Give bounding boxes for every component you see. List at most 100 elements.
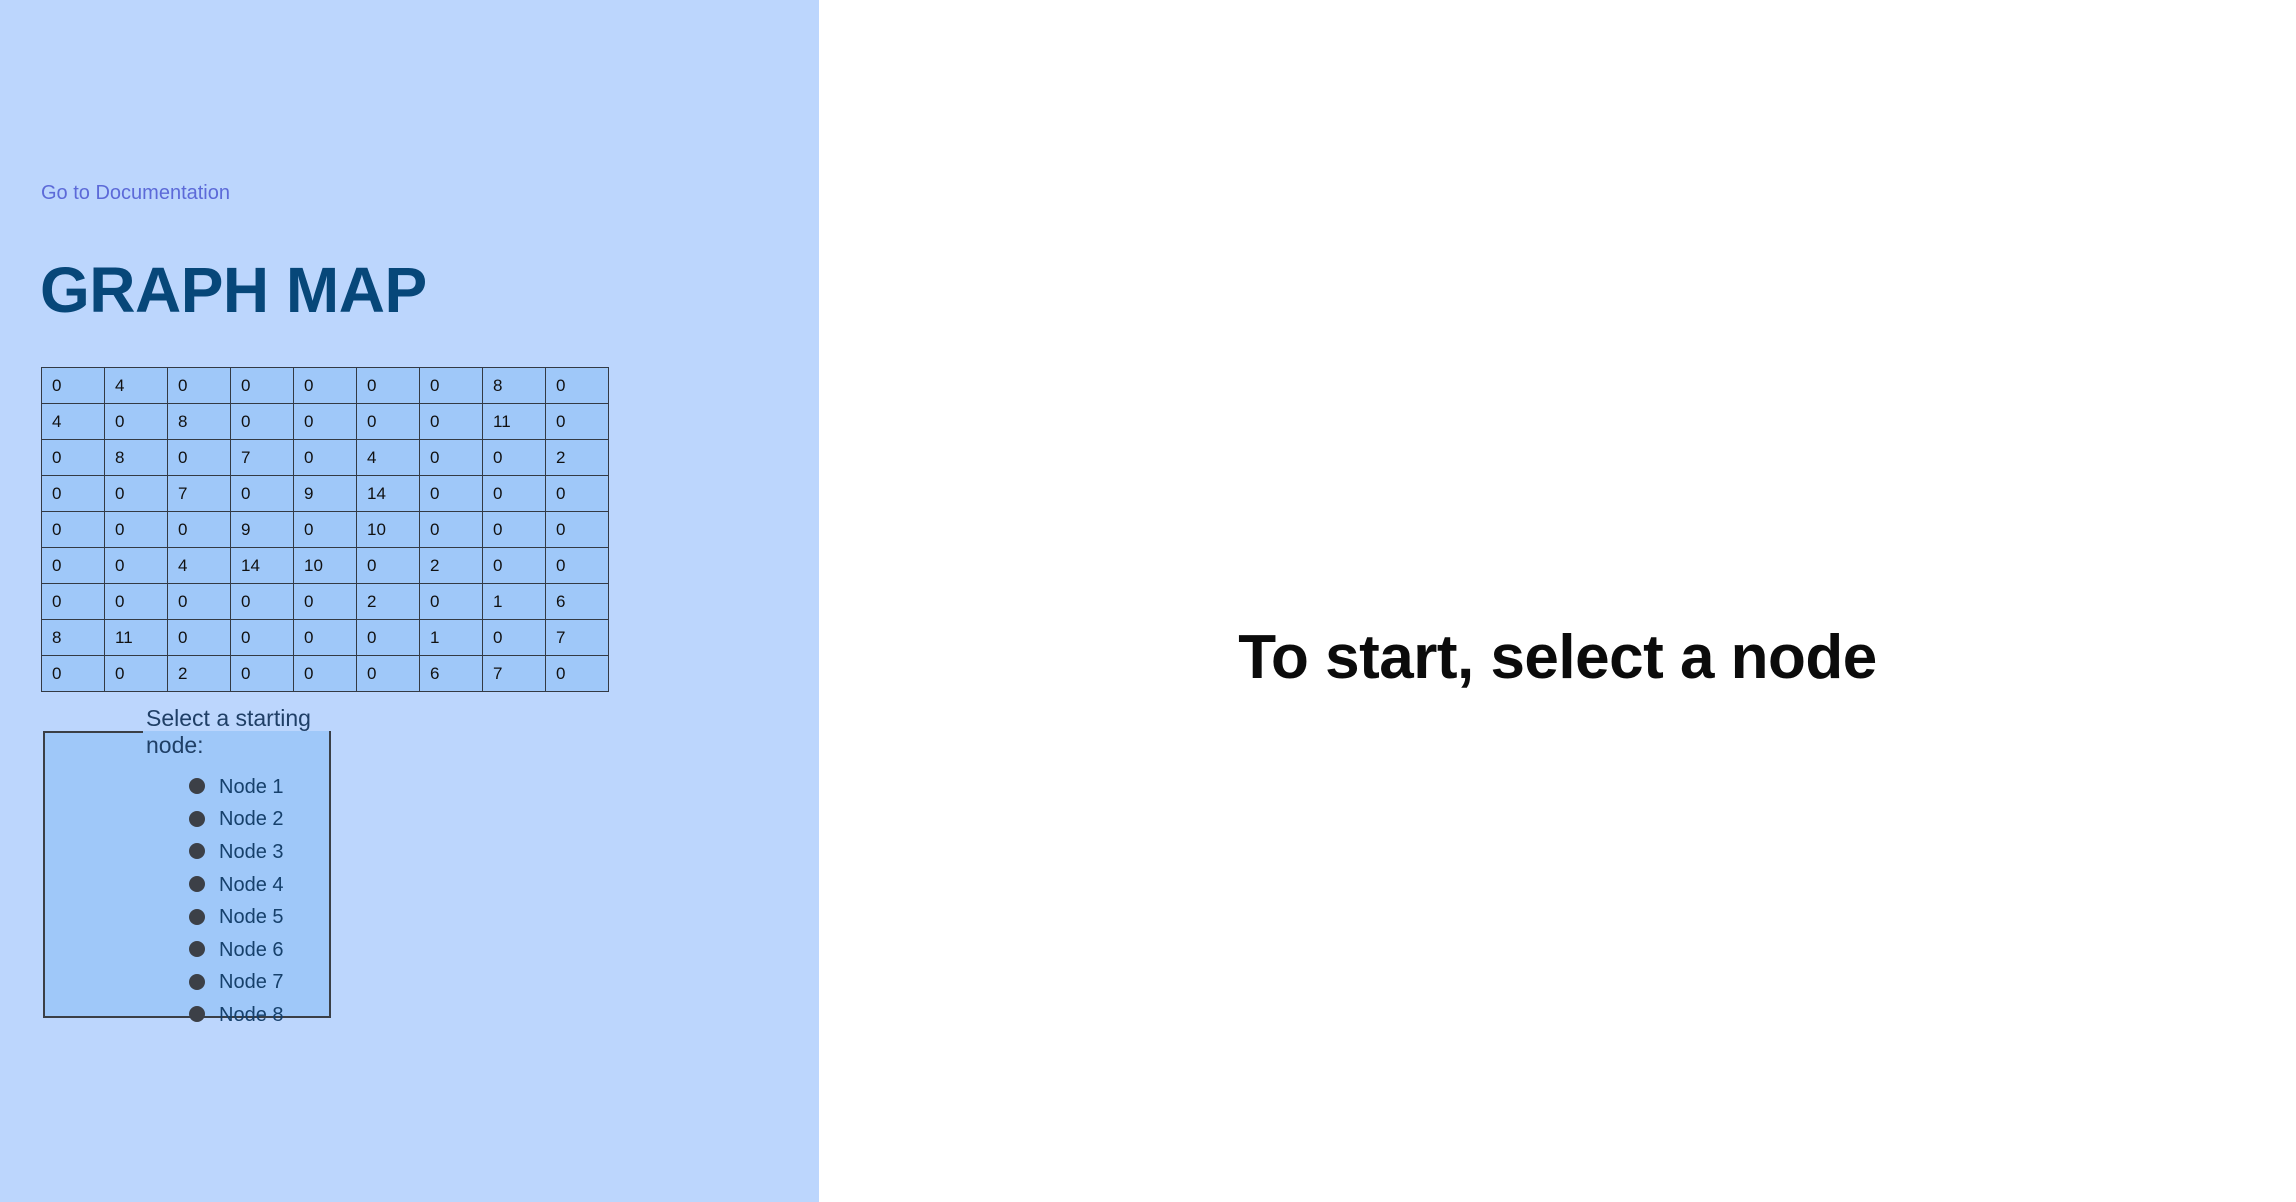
radio-button[interactable] bbox=[189, 876, 205, 893]
matrix-cell: 0 bbox=[545, 547, 609, 584]
matrix-cell: 0 bbox=[419, 475, 483, 512]
matrix-cell: 0 bbox=[419, 403, 483, 440]
matrix-cell: 7 bbox=[167, 475, 231, 512]
matrix-cell: 0 bbox=[356, 367, 420, 404]
matrix-cell: 0 bbox=[293, 583, 357, 620]
matrix-cell: 0 bbox=[104, 475, 168, 512]
matrix-row: 002000670 bbox=[41, 655, 609, 692]
matrix-cell: 0 bbox=[104, 583, 168, 620]
matrix-cell: 0 bbox=[104, 403, 168, 440]
node-option-4[interactable]: Node 4 bbox=[143, 869, 329, 902]
node-option-label: Node 8 bbox=[219, 1003, 284, 1026]
matrix-cell: 8 bbox=[104, 439, 168, 476]
matrix-cell: 0 bbox=[545, 403, 609, 440]
matrix-cell: 0 bbox=[419, 511, 483, 548]
matrix-cell: 0 bbox=[356, 655, 420, 692]
matrix-cell: 0 bbox=[419, 367, 483, 404]
matrix-cell: 0 bbox=[41, 511, 105, 548]
matrix-row: 0 0 4 14 10 0 2 0 0 bbox=[41, 547, 609, 584]
matrix-cell: 0 bbox=[167, 619, 231, 656]
matrix-cell: 10 bbox=[293, 547, 357, 584]
matrix-cell: 0 bbox=[104, 511, 168, 548]
matrix-cell: 0 bbox=[545, 475, 609, 512]
matrix-row: 040000080 bbox=[41, 367, 609, 404]
matrix-cell: 4 bbox=[356, 439, 420, 476]
matrix-cell: 4 bbox=[104, 367, 168, 404]
node-option-label: Node 6 bbox=[219, 938, 284, 961]
matrix-cell: 0 bbox=[293, 511, 357, 548]
node-option-label: Node 5 bbox=[219, 906, 284, 929]
matrix-cell: 0 bbox=[356, 403, 420, 440]
matrix-cell: 2 bbox=[167, 655, 231, 692]
radio-button[interactable] bbox=[189, 941, 205, 958]
documentation-link[interactable]: Go to Documentation bbox=[41, 182, 230, 205]
matrix-cell: 0 bbox=[293, 367, 357, 404]
starting-node-fieldset: Select a starting node: Node 1 Node 2 Node… bbox=[43, 705, 331, 1026]
node-option-label: Node 3 bbox=[219, 840, 284, 863]
matrix-cell: 0 bbox=[167, 511, 231, 548]
matrix-cell: 0 bbox=[482, 475, 546, 512]
matrix-cell: 0 bbox=[482, 619, 546, 656]
matrix-cell: 11 bbox=[482, 403, 546, 440]
matrix-cell: 0 bbox=[41, 475, 105, 512]
matrix-cell: 2 bbox=[419, 547, 483, 584]
matrix-cell: 0 bbox=[41, 439, 105, 476]
radio-button[interactable] bbox=[189, 810, 205, 827]
matrix-cell: 0 bbox=[104, 655, 168, 692]
matrix-cell: 0 bbox=[167, 439, 231, 476]
matrix-cell: 0 bbox=[41, 547, 105, 584]
matrix-cell: 0 bbox=[545, 655, 609, 692]
matrix-cell: 0 bbox=[167, 583, 231, 620]
matrix-cell: 7 bbox=[230, 439, 294, 476]
matrix-cell: 6 bbox=[419, 655, 483, 692]
radio-button[interactable] bbox=[189, 778, 205, 795]
matrix-cell: 0 bbox=[41, 583, 105, 620]
matrix-cell: 0 bbox=[230, 619, 294, 656]
matrix-cell: 0 bbox=[41, 367, 105, 404]
matrix-cell: 0 bbox=[41, 655, 105, 692]
matrix-cell: 0 bbox=[230, 403, 294, 440]
matrix-cell: 0 bbox=[545, 511, 609, 548]
matrix-cell: 0 bbox=[293, 403, 357, 440]
matrix-cell: 0 bbox=[356, 547, 420, 584]
matrix-cell: 0 bbox=[419, 439, 483, 476]
matrix-cell: 7 bbox=[482, 655, 546, 692]
node-option-8[interactable]: Node 8 bbox=[143, 999, 329, 1032]
app-root: Go to Documentation GRAPH MAP 0400000804… bbox=[0, 0, 2296, 1202]
radio-button[interactable] bbox=[189, 1006, 205, 1023]
node-option-label: Node 1 bbox=[219, 775, 284, 798]
node-option-5[interactable]: Node 5 bbox=[143, 901, 329, 934]
matrix-cell: 0 bbox=[230, 367, 294, 404]
matrix-row: 4 0 8 0 0 0 0 11 0 bbox=[41, 403, 609, 440]
matrix-cell: 0 bbox=[104, 547, 168, 584]
node-option-2[interactable]: Node 2 bbox=[143, 804, 329, 837]
matrix-cell: 0 bbox=[293, 619, 357, 656]
matrix-cell: 0 bbox=[482, 439, 546, 476]
matrix-cell: 0 bbox=[419, 583, 483, 620]
matrix-cell: 0 bbox=[230, 655, 294, 692]
matrix-cell: 9 bbox=[293, 475, 357, 512]
matrix-cell: 8 bbox=[482, 367, 546, 404]
node-option-6[interactable]: Node 6 bbox=[143, 934, 329, 967]
matrix-row: 000002016 bbox=[41, 583, 609, 620]
radio-button[interactable] bbox=[189, 973, 205, 990]
matrix-cell: 8 bbox=[41, 619, 105, 656]
node-option-label: Node 4 bbox=[219, 873, 284, 896]
page-title: GRAPH MAP bbox=[40, 254, 427, 326]
node-option-3[interactable]: Node 3 bbox=[143, 836, 329, 869]
adjacency-matrix: 0 4 0 0 0 0 0 8 0 4 0 8 0 0 0 0 11 0 0 8 0 7 0 4 0 0 2 0 0 7 0 9 14 0 0 0 0 0… bbox=[41, 367, 609, 692]
matrix-cell: 0 bbox=[167, 367, 231, 404]
matrix-cell: 7 bbox=[545, 619, 609, 656]
node-option-label: Node 7 bbox=[219, 971, 284, 994]
matrix-cell: 11 bbox=[104, 619, 168, 656]
matrix-cell: 14 bbox=[230, 547, 294, 584]
radio-button[interactable] bbox=[189, 843, 205, 860]
radio-button[interactable] bbox=[189, 908, 205, 925]
matrix-row: 0 0 7 0 9 14 0 0 0 bbox=[41, 475, 609, 512]
node-option-1[interactable]: Node 1 bbox=[143, 771, 329, 804]
matrix-cell: 2 bbox=[356, 583, 420, 620]
node-options: Node 1 Node 2 Node 3 Node 4 Node 5 Node 6 Node… bbox=[143, 771, 329, 1032]
node-option-7[interactable]: Node 7 bbox=[143, 967, 329, 1000]
matrix-cell: 0 bbox=[545, 367, 609, 404]
starting-node-legend: Select a starting node: bbox=[146, 705, 311, 758]
